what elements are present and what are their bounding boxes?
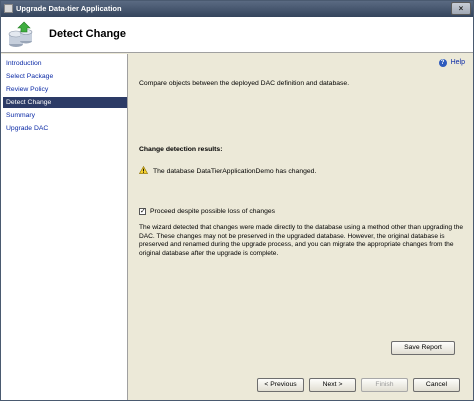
sidebar-item-introduction[interactable]: Introduction (3, 58, 127, 69)
results-heading: Change detection results: (139, 146, 223, 153)
warning-icon (139, 166, 148, 174)
wizard-window: Upgrade Data-tier Application × Detect C… (0, 0, 474, 401)
wizard-step-sidebar: Introduction Select Package Review Polic… (1, 54, 128, 400)
sidebar-item-select-package[interactable]: Select Package (3, 71, 127, 82)
next-button[interactable]: Next > (309, 378, 356, 392)
proceed-checkbox[interactable]: ✓ (139, 208, 146, 215)
title-bar[interactable]: Upgrade Data-tier Application × (1, 1, 473, 17)
close-button[interactable]: × (451, 2, 471, 15)
warning-message: The database DataTierApplicationDemo has… (153, 168, 317, 175)
header-banner: Detect Change (1, 17, 473, 53)
sidebar-item-review-policy[interactable]: Review Policy (3, 84, 127, 95)
help-label: Help (450, 59, 465, 66)
upgrade-wizard-icon (8, 21, 33, 47)
finish-button[interactable]: Finish (361, 378, 408, 392)
sidebar-item-detect-change[interactable]: Detect Change (3, 97, 127, 108)
cancel-button[interactable]: Cancel (413, 378, 460, 392)
main-content: ? Help Compare objects between the deploy… (129, 54, 473, 372)
page-description: Compare objects between the deployed DAC… (139, 80, 350, 87)
app-icon (4, 4, 13, 13)
proceed-checkbox-label[interactable]: Proceed despite possible loss of changes (150, 208, 275, 215)
help-icon: ? (438, 59, 447, 67)
previous-button[interactable]: < Previous (257, 378, 304, 392)
sidebar-item-upgrade-dac[interactable]: Upgrade DAC (3, 123, 127, 134)
explanation-text: The wizard detected that changes were ma… (139, 224, 464, 257)
sidebar-item-summary[interactable]: Summary (3, 110, 127, 121)
help-link[interactable]: ? Help (438, 59, 465, 67)
wizard-footer: < Previous Next > Finish Cancel (129, 372, 473, 400)
page-title: Detect Change (49, 28, 127, 40)
window-title: Upgrade Data-tier Application (16, 4, 122, 13)
save-report-button[interactable]: Save Report (391, 341, 455, 355)
